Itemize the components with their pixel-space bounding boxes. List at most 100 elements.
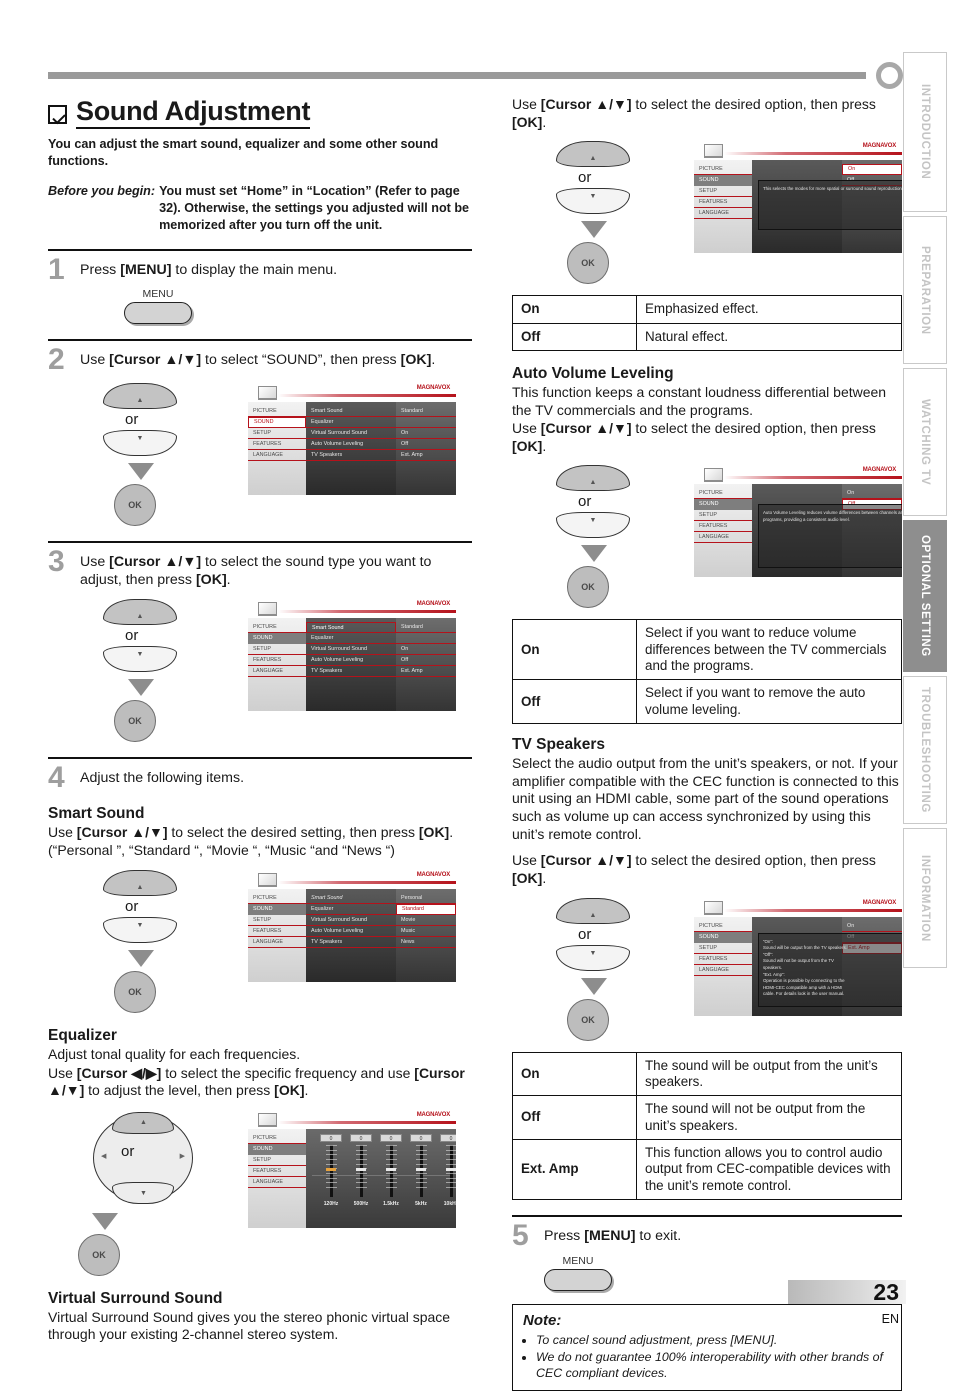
osd-item[interactable]: Auto Volume Leveling	[306, 926, 396, 937]
osd-category-selected[interactable]: SOUND	[694, 499, 752, 511]
sidebar-item-optional-setting[interactable]: OPTIONAL SETTING	[903, 520, 947, 672]
osd-option[interactable]: News	[396, 937, 456, 948]
osd-category-selected[interactable]: SOUND	[248, 1143, 306, 1155]
osd-category[interactable]: PICTURE	[248, 622, 306, 634]
osd-option[interactable]: On	[842, 921, 902, 932]
osd-category[interactable]: FEATURES	[248, 1166, 306, 1177]
equalizer-band[interactable]: 0 1.5kHz	[380, 1133, 402, 1207]
osd-category[interactable]: LANGUAGE	[694, 208, 752, 220]
osd-category[interactable]: PICTURE	[694, 921, 752, 932]
cursor-down-button[interactable]: ▼	[103, 646, 177, 673]
osd-category[interactable]: LANGUAGE	[248, 450, 306, 461]
cursor-down-button[interactable]: ▼	[556, 944, 630, 971]
sidebar-item-watching-tv[interactable]: WATCHING TV	[903, 368, 947, 516]
osd-category-selected[interactable]: SOUND	[694, 931, 752, 943]
ok-button[interactable]: OK	[567, 242, 609, 285]
ok-button[interactable]: OK	[114, 970, 156, 1013]
osd-category[interactable]: PICTURE	[248, 406, 306, 417]
osd-option[interactable]: On	[842, 488, 902, 500]
osd-option[interactable]: Personal	[396, 893, 456, 904]
menu-button-shape[interactable]	[544, 1268, 612, 1291]
equalizer-track[interactable]	[355, 1144, 367, 1197]
osd-category[interactable]: LANGUAGE	[694, 965, 752, 976]
menu-button-shape[interactable]	[124, 302, 192, 325]
equalizer-knob[interactable]	[326, 1167, 336, 1172]
osd-item[interactable]: TV Speakers	[306, 450, 396, 461]
osd-item[interactable]: Auto Volume Leveling	[306, 439, 396, 450]
sidebar-item-information[interactable]: INFORMATION	[903, 828, 947, 968]
sidebar-item-troubleshooting[interactable]: TROUBLESHOOTING	[903, 676, 947, 824]
equalizer-track[interactable]	[325, 1144, 337, 1197]
osd-category[interactable]: SETUP	[248, 644, 306, 656]
osd-category[interactable]: PICTURE	[248, 1133, 306, 1144]
osd-category[interactable]: SETUP	[694, 943, 752, 954]
osd-category[interactable]: FEATURES	[248, 439, 306, 450]
osd-item-active[interactable]: Smart Sound	[306, 893, 396, 904]
osd-item[interactable]: Virtual Surround Sound	[306, 915, 396, 926]
sidebar-item-preparation[interactable]: PREPARATION	[903, 216, 947, 364]
osd-category[interactable]: FEATURES	[248, 926, 306, 937]
ok-button[interactable]: OK	[114, 700, 156, 743]
equalizer-band[interactable]: 0 120Hz	[320, 1133, 342, 1207]
cursor-down-button[interactable]: ▼	[103, 429, 177, 456]
osd-item[interactable]: Virtual Surround Sound	[306, 644, 396, 656]
osd-item[interactable]: TV Speakers	[306, 666, 396, 678]
osd-category[interactable]: PICTURE	[248, 893, 306, 904]
osd-item[interactable]: Equalizer	[306, 417, 396, 428]
osd-category-selected[interactable]: SOUND	[248, 633, 306, 645]
equalizer-knob[interactable]	[446, 1167, 456, 1172]
equalizer-track[interactable]	[445, 1144, 456, 1197]
osd-item-selected[interactable]: Smart Sound	[306, 622, 396, 634]
ok-button[interactable]: OK	[78, 1233, 120, 1276]
osd-item[interactable]: Smart Sound	[306, 406, 396, 417]
osd-category-selected[interactable]: SOUND	[694, 175, 752, 187]
osd-category[interactable]: LANGUAGE	[694, 532, 752, 544]
cursor-up-button[interactable]: ▲	[556, 897, 630, 924]
osd-category[interactable]: FEATURES	[248, 655, 306, 667]
osd-category[interactable]: LANGUAGE	[248, 937, 306, 948]
osd-item[interactable]: TV Speakers	[306, 937, 396, 948]
osd-option[interactable]: Music	[396, 926, 456, 937]
osd-category[interactable]: SETUP	[248, 915, 306, 926]
osd-option-selected[interactable]: Standard	[396, 903, 456, 915]
osd-category-selected[interactable]: SOUND	[248, 416, 306, 428]
equalizer-band[interactable]: 0 500Hz	[350, 1133, 372, 1207]
osd-item[interactable]: Auto Volume Leveling	[306, 655, 396, 667]
equalizer-knob[interactable]	[356, 1167, 366, 1172]
equalizer-knob[interactable]	[386, 1167, 396, 1172]
cursor-up-button[interactable]: ▲	[556, 465, 630, 492]
osd-category[interactable]: SETUP	[248, 428, 306, 439]
osd-category[interactable]: FEATURES	[694, 954, 752, 965]
equalizer-band[interactable]: 0 10kHz	[440, 1133, 456, 1207]
ok-button[interactable]: OK	[114, 483, 156, 526]
cursor-down-button[interactable]: ▼	[556, 512, 630, 539]
cursor-up-button[interactable]: ▲	[556, 141, 630, 168]
osd-category[interactable]: FEATURES	[694, 521, 752, 533]
osd-category[interactable]: FEATURES	[694, 197, 752, 209]
sidebar-item-introduction[interactable]: INTRODUCTION	[903, 52, 947, 212]
cursor-up-button[interactable]: ▲	[103, 599, 177, 626]
equalizer-track[interactable]	[415, 1144, 427, 1197]
cursor-down-button[interactable]: ▼	[103, 916, 177, 943]
cursor-down-button[interactable]: ▼	[556, 188, 630, 215]
equalizer-band[interactable]: 0 5kHz	[410, 1133, 432, 1207]
osd-category[interactable]: PICTURE	[694, 164, 752, 176]
cursor-up-button[interactable]: ▲	[103, 382, 177, 409]
osd-category[interactable]: LANGUAGE	[248, 666, 306, 678]
equalizer-knob[interactable]	[416, 1167, 426, 1172]
osd-category[interactable]: PICTURE	[694, 488, 752, 500]
osd-item[interactable]: Equalizer	[306, 904, 396, 915]
osd-item[interactable]: Virtual Surround Sound	[306, 428, 396, 439]
ok-button[interactable]: OK	[567, 998, 609, 1041]
ok-button[interactable]: OK	[567, 566, 609, 609]
osd-option[interactable]: Movie	[396, 915, 456, 926]
osd-category[interactable]: SETUP	[248, 1155, 306, 1166]
osd-category[interactable]: SETUP	[694, 186, 752, 198]
osd-category[interactable]: LANGUAGE	[248, 1177, 306, 1188]
osd-option-selected[interactable]: On	[842, 164, 902, 176]
osd-category-selected[interactable]: SOUND	[248, 903, 306, 915]
osd-category[interactable]: SETUP	[694, 510, 752, 522]
osd-item[interactable]: Equalizer	[306, 633, 396, 645]
cursor-up-button[interactable]: ▲	[103, 869, 177, 896]
equalizer-track[interactable]	[385, 1144, 397, 1197]
